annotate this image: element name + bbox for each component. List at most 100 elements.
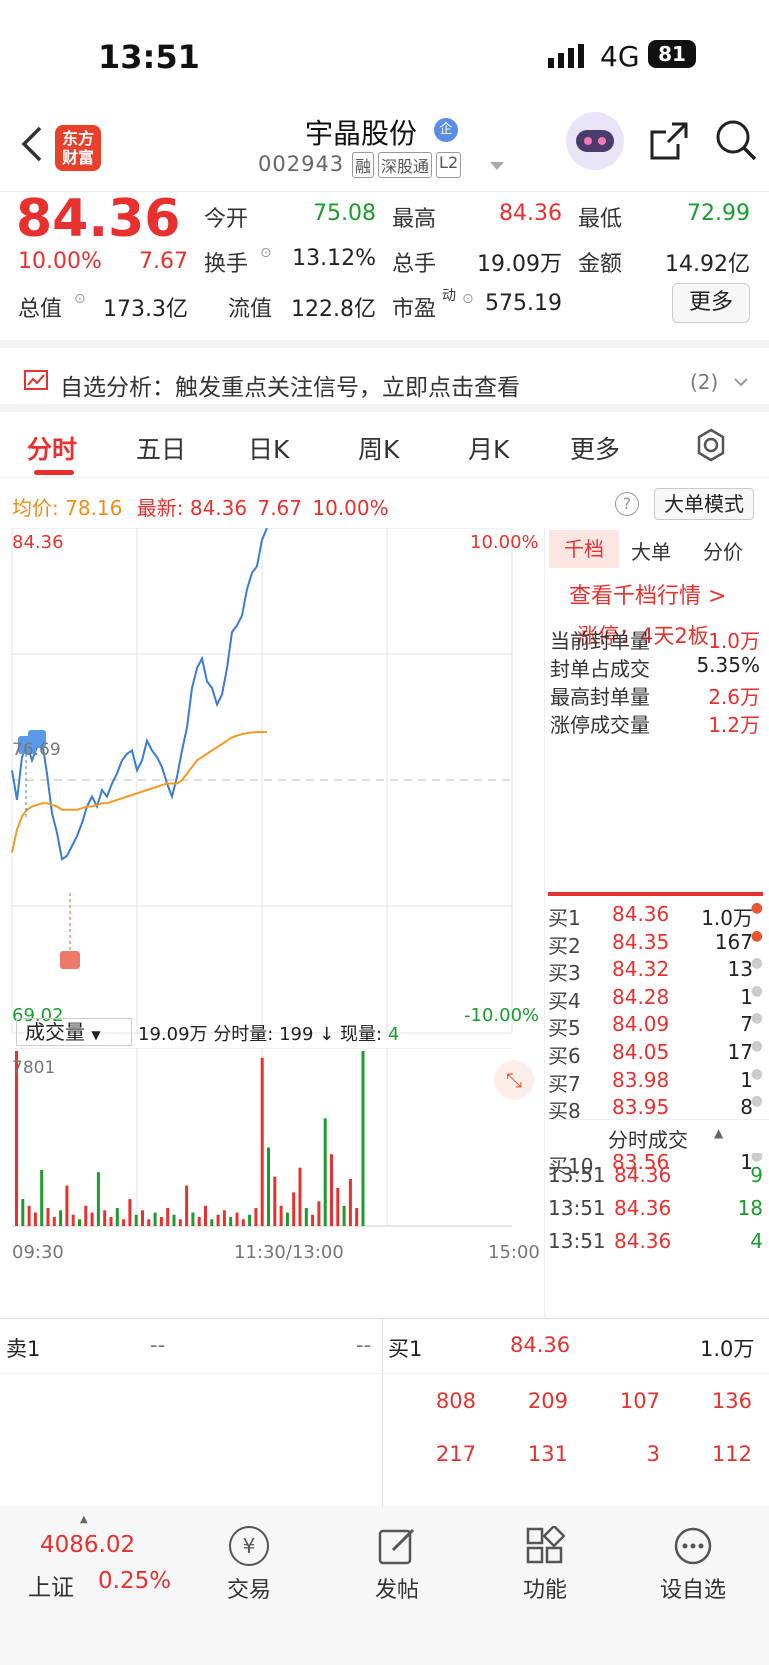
limit-stat-row: 最高封单量 2.6万: [550, 681, 760, 709]
latest-label: 最新:: [136, 496, 184, 520]
volume-bar: [65, 1185, 69, 1226]
post-button[interactable]: 发帖: [342, 1526, 452, 1604]
metric-value-volume: 19.09万: [477, 252, 562, 277]
trade-price: 84.36: [614, 1229, 672, 1253]
search-icon[interactable]: [714, 118, 758, 162]
index-name[interactable]: 上证: [28, 1568, 74, 1602]
bid-volume: 17: [727, 1040, 753, 1064]
index-value[interactable]: 4086.02: [40, 1532, 135, 1558]
bid-row[interactable]: 买3 84.32 13 ●: [548, 955, 763, 986]
big-order-mode-button[interactable]: 大单模式: [654, 488, 754, 520]
indicator-label: 成交量: [25, 1020, 85, 1044]
logo-text-2: 财富: [61, 148, 94, 167]
volume-total: 19.09万: [138, 1024, 208, 1045]
tab-more[interactable]: 更多: [570, 430, 620, 466]
trade-label: 交易: [226, 1578, 271, 1603]
metric-value-low: 72.99: [687, 201, 750, 226]
edit-icon: [378, 1528, 415, 1565]
function-label: 功能: [522, 1578, 567, 1603]
bid-price: 84.09: [612, 1012, 670, 1037]
grid-icon: [526, 1526, 565, 1564]
add-watchlist-button[interactable]: 设自选: [638, 1526, 748, 1604]
bid-dot-icon: ●: [750, 900, 763, 916]
metric-value-total: 173.3亿: [103, 297, 188, 322]
down-arrow-icon: ↓: [319, 1024, 335, 1045]
volume-bar: [267, 1147, 270, 1226]
volume-bar: [254, 1208, 258, 1226]
trade-time: 13:51: [548, 1163, 606, 1187]
trades-header[interactable]: 分时成交 ▲: [548, 1119, 769, 1153]
volume-bar: [46, 1208, 50, 1226]
metric-key-pe: 市盈: [392, 297, 437, 322]
stat-key: 封单占成交: [550, 657, 650, 681]
buy1-label: 买1: [388, 1337, 423, 1361]
more-button[interactable]: 更多: [672, 283, 750, 323]
volume-bar: [330, 1154, 333, 1226]
bid-price: 84.36: [612, 902, 670, 926]
metric-value-float: 122.8亿: [291, 297, 376, 322]
y-mid-label: 76.69: [12, 740, 61, 760]
back-icon[interactable]: [18, 124, 44, 164]
quote-panel: 84.36 10.00% 7.67 总值 ⊙ 173.3亿 今开 75.08 最…: [0, 189, 769, 348]
bid-price: 83.95: [612, 1095, 670, 1120]
bid-row[interactable]: 买5 84.09 7 ●: [548, 1010, 763, 1041]
bid-row[interactable]: 买4 84.28 1 ●: [548, 983, 763, 1014]
signal-text: 自选分析：触发重点关注信号，立即点击查看: [60, 375, 520, 401]
tab-price-dist[interactable]: 分价: [703, 536, 743, 565]
bid-row[interactable]: 买2 84.35 167 ●: [548, 927, 763, 959]
share-icon[interactable]: [648, 120, 690, 162]
tag-margin: 融: [352, 152, 375, 178]
more-dots-icon: [674, 1527, 712, 1565]
tab-weekly-k[interactable]: 周K: [358, 430, 399, 466]
indicator-select[interactable]: 成交量 ▼: [16, 1018, 132, 1046]
bid-dot-icon: ●: [750, 1010, 763, 1027]
tab-5day[interactable]: 五日: [136, 430, 186, 466]
bid-price: 83.98: [612, 1067, 670, 1092]
volume-bar: [204, 1205, 207, 1226]
tab-intraday[interactable]: 分时: [27, 430, 77, 466]
volume-bar: [235, 1212, 239, 1226]
post-label: 发帖: [374, 1578, 419, 1603]
tab-level-1000[interactable]: 千档: [549, 530, 619, 568]
metric-key-turnover: 换手: [204, 252, 249, 277]
caret-up-icon: ▲: [80, 1514, 88, 1525]
chevron-up-icon: ▲: [714, 1126, 724, 1140]
bid-price: 84.35: [612, 929, 670, 954]
signal-banner[interactable]: 自选分析：触发重点关注信号，立即点击查看 (2): [0, 356, 769, 412]
bid-volume: 167: [714, 929, 753, 954]
stat-key: 当前封单量: [550, 629, 650, 653]
volume-bar: [260, 1057, 264, 1226]
index-percent[interactable]: 0.25%: [98, 1568, 171, 1594]
divider: [0, 1373, 769, 1374]
stat-key: 涨停成交量: [550, 713, 650, 737]
level-1000-link[interactable]: 查看千档行情 >: [569, 578, 726, 610]
tab-daily-k[interactable]: 日K: [248, 430, 289, 466]
minute-volume-label: 分时量:: [213, 1024, 274, 1045]
app-logo[interactable]: 东方 财富: [55, 125, 101, 171]
dropdown-icon[interactable]: [490, 162, 504, 172]
metric-key-low: 最低: [578, 207, 623, 232]
chart-icon: [24, 370, 48, 390]
bid-price: 84.32: [612, 957, 670, 982]
volume-chart[interactable]: [0, 1048, 545, 1238]
function-button[interactable]: 功能: [490, 1526, 600, 1604]
buy1-volume: 1.0万: [700, 1337, 755, 1361]
trade-volume: 9: [750, 1163, 763, 1187]
volume-bar: [197, 1217, 201, 1226]
bid-dot-icon: ●: [750, 927, 763, 944]
gear-icon[interactable]: [694, 428, 728, 462]
assistant-avatar[interactable]: [566, 112, 624, 170]
current-price: 84.36: [16, 189, 181, 249]
tab-big-order[interactable]: 大单: [631, 536, 671, 565]
tab-monthly-k[interactable]: 月K: [468, 430, 509, 466]
bid-row[interactable]: 买1 84.36 1.0万 ●: [548, 900, 763, 931]
volume-bar: [304, 1208, 308, 1226]
expand-icon[interactable]: ⤡: [494, 1060, 534, 1100]
info-icon[interactable]: ⊙: [74, 291, 86, 307]
volume-bar: [355, 1208, 359, 1226]
stock-tags: 融 深股通 L2: [352, 152, 462, 178]
bid-row[interactable]: 买6 84.05 17 ●: [548, 1038, 763, 1069]
trade-button[interactable]: ¥ 交易: [194, 1526, 304, 1604]
bid-row[interactable]: 买7 83.98 1 ●: [548, 1066, 763, 1097]
help-icon[interactable]: ?: [615, 492, 639, 516]
